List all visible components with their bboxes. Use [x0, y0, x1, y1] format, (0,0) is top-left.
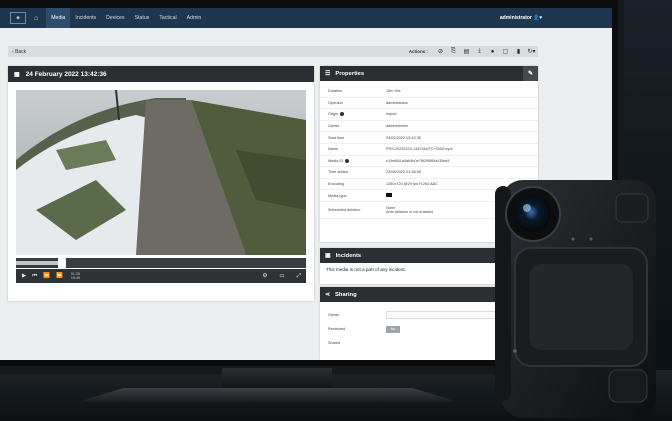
property-row: Owner administrator	[320, 121, 538, 133]
property-key: Origin	[328, 112, 339, 117]
home-icon[interactable]: ⌂	[34, 15, 38, 22]
fast-forward-icon[interactable]: ⏩	[56, 273, 63, 279]
nav-devices[interactable]: Devices	[101, 8, 129, 28]
body-camera-image	[495, 180, 656, 418]
property-key: Operator	[328, 100, 343, 105]
back-button[interactable]: ‹ Back	[8, 49, 26, 55]
shared-label: Shared	[328, 341, 341, 345]
property-key: Start time	[328, 135, 345, 140]
fullscreen-icon[interactable]: ⤢	[297, 273, 301, 280]
skip-back-icon[interactable]: ⏮	[32, 273, 37, 280]
property-key: Name	[328, 147, 339, 152]
media-header: ▦ 24 February 2022 13:42:36	[8, 66, 314, 82]
nav-incidents[interactable]: Incidents	[70, 8, 101, 28]
time-display: 01:35 15:49	[71, 272, 80, 280]
action-toolbar: ‹ Back Actions : ⊘ ⎘ ▤ ⤓ ● ▢ ▮ ↻▾	[8, 46, 538, 57]
property-key: Media ID	[328, 158, 344, 163]
share-icon: ⋖	[325, 292, 331, 298]
brand-logo-icon[interactable]: ◆	[10, 12, 26, 24]
property-value: 15m 49s	[386, 89, 401, 94]
calendar-icon: ▦	[14, 71, 20, 78]
properties-header: ☰ Properties ✎	[320, 66, 538, 81]
player-controls: ▶ ⏮ ⏪ ⏩ 01:35 15:49 ⚙ ▭ ⤢	[16, 269, 306, 283]
property-value: PSS-20220224-134236UTC+0000.mp4	[386, 147, 453, 152]
display-icon[interactable]: ▭	[279, 273, 284, 280]
refresh-icon[interactable]: ↻▾	[525, 48, 538, 55]
back-label: Back	[15, 48, 27, 55]
user-name: administrator	[499, 15, 532, 21]
settings-gear-icon[interactable]: ⚙	[262, 273, 267, 280]
property-row: Operator administrator	[320, 98, 538, 110]
download-icon[interactable]: ⤓	[473, 48, 486, 55]
owner-label: Owner	[328, 313, 340, 317]
properties-title: Properties	[335, 70, 365, 77]
share-icon[interactable]: ●	[486, 49, 499, 55]
edit-pencil-icon[interactable]: ✎	[523, 66, 538, 81]
property-value: 24/02/2022 13:42:36	[386, 135, 421, 140]
monitor-stand-base	[78, 388, 458, 402]
property-value: import	[386, 112, 397, 117]
user-menu[interactable]: administrator 👤▾	[500, 15, 542, 21]
restricted-label: Restricted	[328, 327, 346, 331]
property-row: Origin import	[320, 109, 538, 121]
property-value: administrator	[386, 124, 408, 129]
property-key: Time added	[328, 170, 348, 175]
property-key: Owner	[328, 124, 340, 129]
time-total: 15:49	[70, 276, 80, 280]
property-value: administrator	[386, 100, 408, 105]
property-key: Scheduled deletion	[328, 207, 361, 212]
property-key-wrap: Origin	[328, 112, 386, 117]
folder-icon: ▣	[325, 253, 331, 259]
restricted-toggle[interactable]: No	[386, 325, 400, 333]
property-key-wrap: Media ID	[328, 158, 386, 163]
sharing-title: Sharing	[335, 291, 357, 298]
property-row: Name PSS-20220224-134236UTC+0000.mp4	[320, 144, 538, 156]
property-row: Start time 24/02/2022 13:42:36	[320, 132, 538, 144]
incidents-title: Incidents	[335, 252, 362, 259]
nav-tactical[interactable]: Tactical	[154, 8, 181, 28]
nav-status[interactable]: Status	[130, 8, 155, 28]
copy-icon[interactable]: ▢	[499, 48, 512, 55]
seek-bar-played	[16, 261, 59, 265]
add-file-icon[interactable]: ⎘	[447, 48, 460, 55]
step-back-icon[interactable]: ⏪	[43, 273, 50, 279]
play-icon[interactable]: ▶	[22, 273, 26, 279]
top-navbar: ◆ ⌂ Media Incidents Devices Status Tacti…	[0, 8, 612, 28]
property-value: e19ef641a0a64b0e7f6295f84e1f3ee5	[386, 158, 450, 163]
nav-admin[interactable]: Admin	[182, 8, 207, 28]
video-frame[interactable]	[16, 90, 306, 255]
hide-icon[interactable]: ⊘	[434, 48, 447, 55]
monitor-stand-neck	[222, 368, 332, 390]
nav-media[interactable]: Media	[46, 8, 71, 28]
media-title: 24 February 2022 13:42:36	[25, 70, 107, 78]
list-icon: ☰	[325, 71, 331, 77]
owner-select[interactable]	[386, 311, 498, 319]
delete-icon[interactable]: ▮	[512, 48, 525, 55]
actions-label: Actions :	[408, 49, 428, 54]
seek-bar[interactable]	[16, 258, 306, 268]
property-key: Duration	[328, 89, 343, 94]
user-icon: 👤▾	[533, 15, 542, 21]
media-player-panel: ▦ 24 February 2022 13:42:36 ▶ ⏮ ⏪ ⏩ 01:3…	[8, 66, 314, 301]
export-icon[interactable]: ▤	[460, 48, 473, 55]
property-key: Media type	[328, 193, 347, 198]
property-key: Encoding	[328, 182, 344, 187]
property-row: Duration 15m 49s	[320, 86, 538, 98]
property-row: Media ID e19ef641a0a64b0e7f6295f84e1f3ee5	[320, 156, 538, 168]
video-camera-icon	[386, 193, 392, 198]
help-icon[interactable]	[340, 112, 345, 117]
seek-bar-handle[interactable]	[58, 258, 67, 268]
help-icon[interactable]	[345, 158, 350, 163]
video-scene-image	[16, 90, 306, 255]
